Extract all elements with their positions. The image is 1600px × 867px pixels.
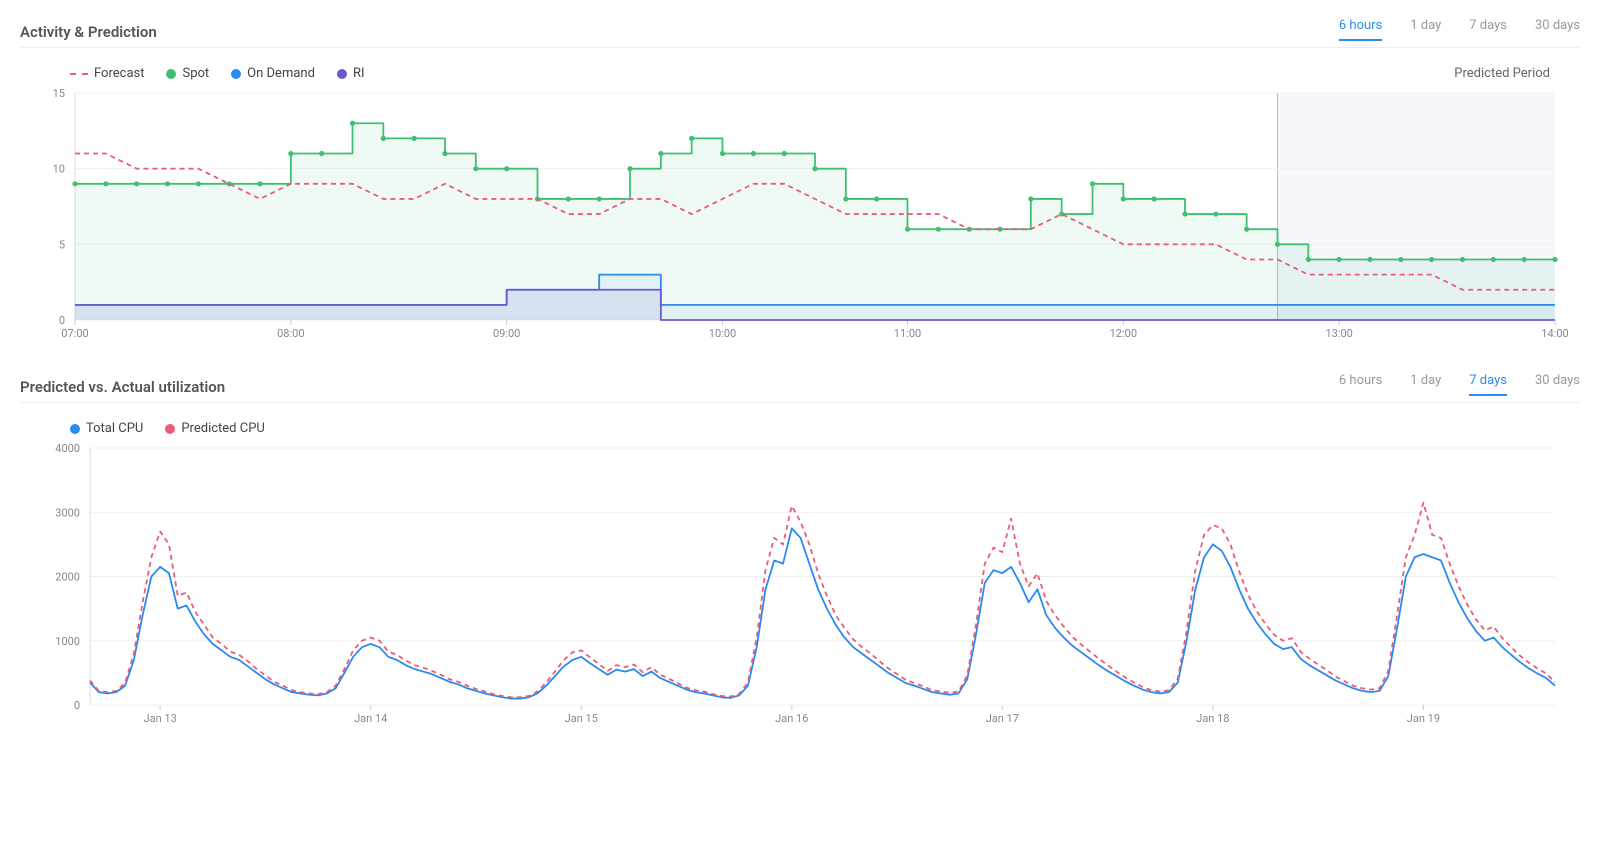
svg-text:14:00: 14:00 — [1541, 327, 1568, 340]
svg-text:Jan 17: Jan 17 — [986, 712, 1019, 725]
on-demand-swatch-icon — [231, 69, 241, 79]
svg-text:15: 15 — [53, 87, 65, 100]
svg-text:Jan 16: Jan 16 — [775, 712, 808, 725]
svg-text:0: 0 — [59, 314, 65, 327]
tab-util-30-days[interactable]: 30 days — [1535, 373, 1580, 396]
svg-text:Jan 18: Jan 18 — [1196, 712, 1229, 725]
svg-text:10:00: 10:00 — [709, 327, 736, 340]
forecast-swatch-icon — [70, 73, 88, 75]
legend-ri-label: RI — [353, 66, 365, 81]
svg-text:10: 10 — [53, 163, 65, 176]
legend-on-demand-label: On Demand — [247, 66, 315, 81]
legend-predicted-cpu-label: Predicted CPU — [181, 421, 264, 436]
legend-total-cpu-label: Total CPU — [86, 421, 143, 436]
activity-tabs: 6 hours 1 day 7 days 30 days — [1339, 18, 1580, 41]
legend-forecast-label: Forecast — [94, 66, 144, 81]
svg-text:Jan 19: Jan 19 — [1407, 712, 1440, 725]
tab-util-1-day[interactable]: 1 day — [1410, 373, 1441, 396]
total-cpu-swatch-icon — [70, 424, 80, 434]
utilization-title: Predicted vs. Actual utilization — [20, 378, 225, 396]
tab-util-7-days[interactable]: 7 days — [1469, 373, 1507, 396]
svg-text:Jan 15: Jan 15 — [565, 712, 598, 725]
ri-swatch-icon — [337, 69, 347, 79]
svg-text:11:00: 11:00 — [894, 327, 921, 340]
svg-text:Jan 14: Jan 14 — [354, 712, 387, 725]
activity-chart-wrap: Predicted Period Forecast Spot On Demand… — [20, 66, 1580, 345]
tab-6-hours[interactable]: 6 hours — [1339, 18, 1382, 41]
activity-title: Activity & Prediction — [20, 23, 157, 41]
legend-spot: Spot — [166, 66, 209, 81]
legend-predicted-cpu: Predicted CPU — [165, 421, 264, 436]
tab-7-days[interactable]: 7 days — [1469, 18, 1507, 41]
activity-header: Activity & Prediction 6 hours 1 day 7 da… — [20, 18, 1580, 48]
utilization-panel: Predicted vs. Actual utilization 6 hours… — [0, 355, 1600, 740]
utilization-chart-wrap: Total CPU Predicted CPU 0 1000 2000 3000 400… — [20, 421, 1580, 730]
activity-chart: 0 5 10 15 07:00 08:00 09:00 10:00 11:00 12:00 13:0… — [20, 85, 1580, 345]
legend-total-cpu: Total CPU — [70, 421, 143, 436]
svg-text:12:00: 12:00 — [1110, 327, 1137, 340]
legend-on-demand: On Demand — [231, 66, 315, 81]
legend-forecast: Forecast — [70, 66, 144, 81]
svg-text:09:00: 09:00 — [493, 327, 520, 340]
utilization-tabs: 6 hours 1 day 7 days 30 days — [1339, 373, 1580, 396]
activity-legend: Forecast Spot On Demand RI — [70, 66, 1580, 81]
svg-text:1000: 1000 — [55, 635, 80, 648]
svg-text:07:00: 07:00 — [61, 327, 88, 340]
predicted-cpu-swatch-icon — [165, 424, 175, 434]
activity-panel: Activity & Prediction 6 hours 1 day 7 da… — [0, 0, 1600, 355]
legend-ri: RI — [337, 66, 365, 81]
utilization-legend: Total CPU Predicted CPU — [70, 421, 1580, 436]
svg-text:08:00: 08:00 — [277, 327, 304, 340]
svg-text:2000: 2000 — [55, 571, 80, 584]
svg-text:5: 5 — [59, 238, 65, 251]
svg-text:13:00: 13:00 — [1325, 327, 1352, 340]
legend-spot-label: Spot — [182, 66, 209, 81]
tab-30-days[interactable]: 30 days — [1535, 18, 1580, 41]
predicted-period-label: Predicted Period — [1454, 66, 1550, 81]
svg-text:Jan 13: Jan 13 — [144, 712, 177, 725]
tab-util-6-hours[interactable]: 6 hours — [1339, 373, 1382, 396]
svg-text:3000: 3000 — [55, 506, 80, 519]
spot-swatch-icon — [166, 69, 176, 79]
svg-text:4000: 4000 — [55, 442, 80, 455]
utilization-header: Predicted vs. Actual utilization 6 hours… — [20, 373, 1580, 403]
utilization-chart: 0 1000 2000 3000 4000 Jan 13 Jan 14 Jan 15 Jan 1… — [20, 440, 1580, 730]
svg-text:0: 0 — [74, 699, 80, 712]
tab-1-day[interactable]: 1 day — [1410, 18, 1441, 41]
